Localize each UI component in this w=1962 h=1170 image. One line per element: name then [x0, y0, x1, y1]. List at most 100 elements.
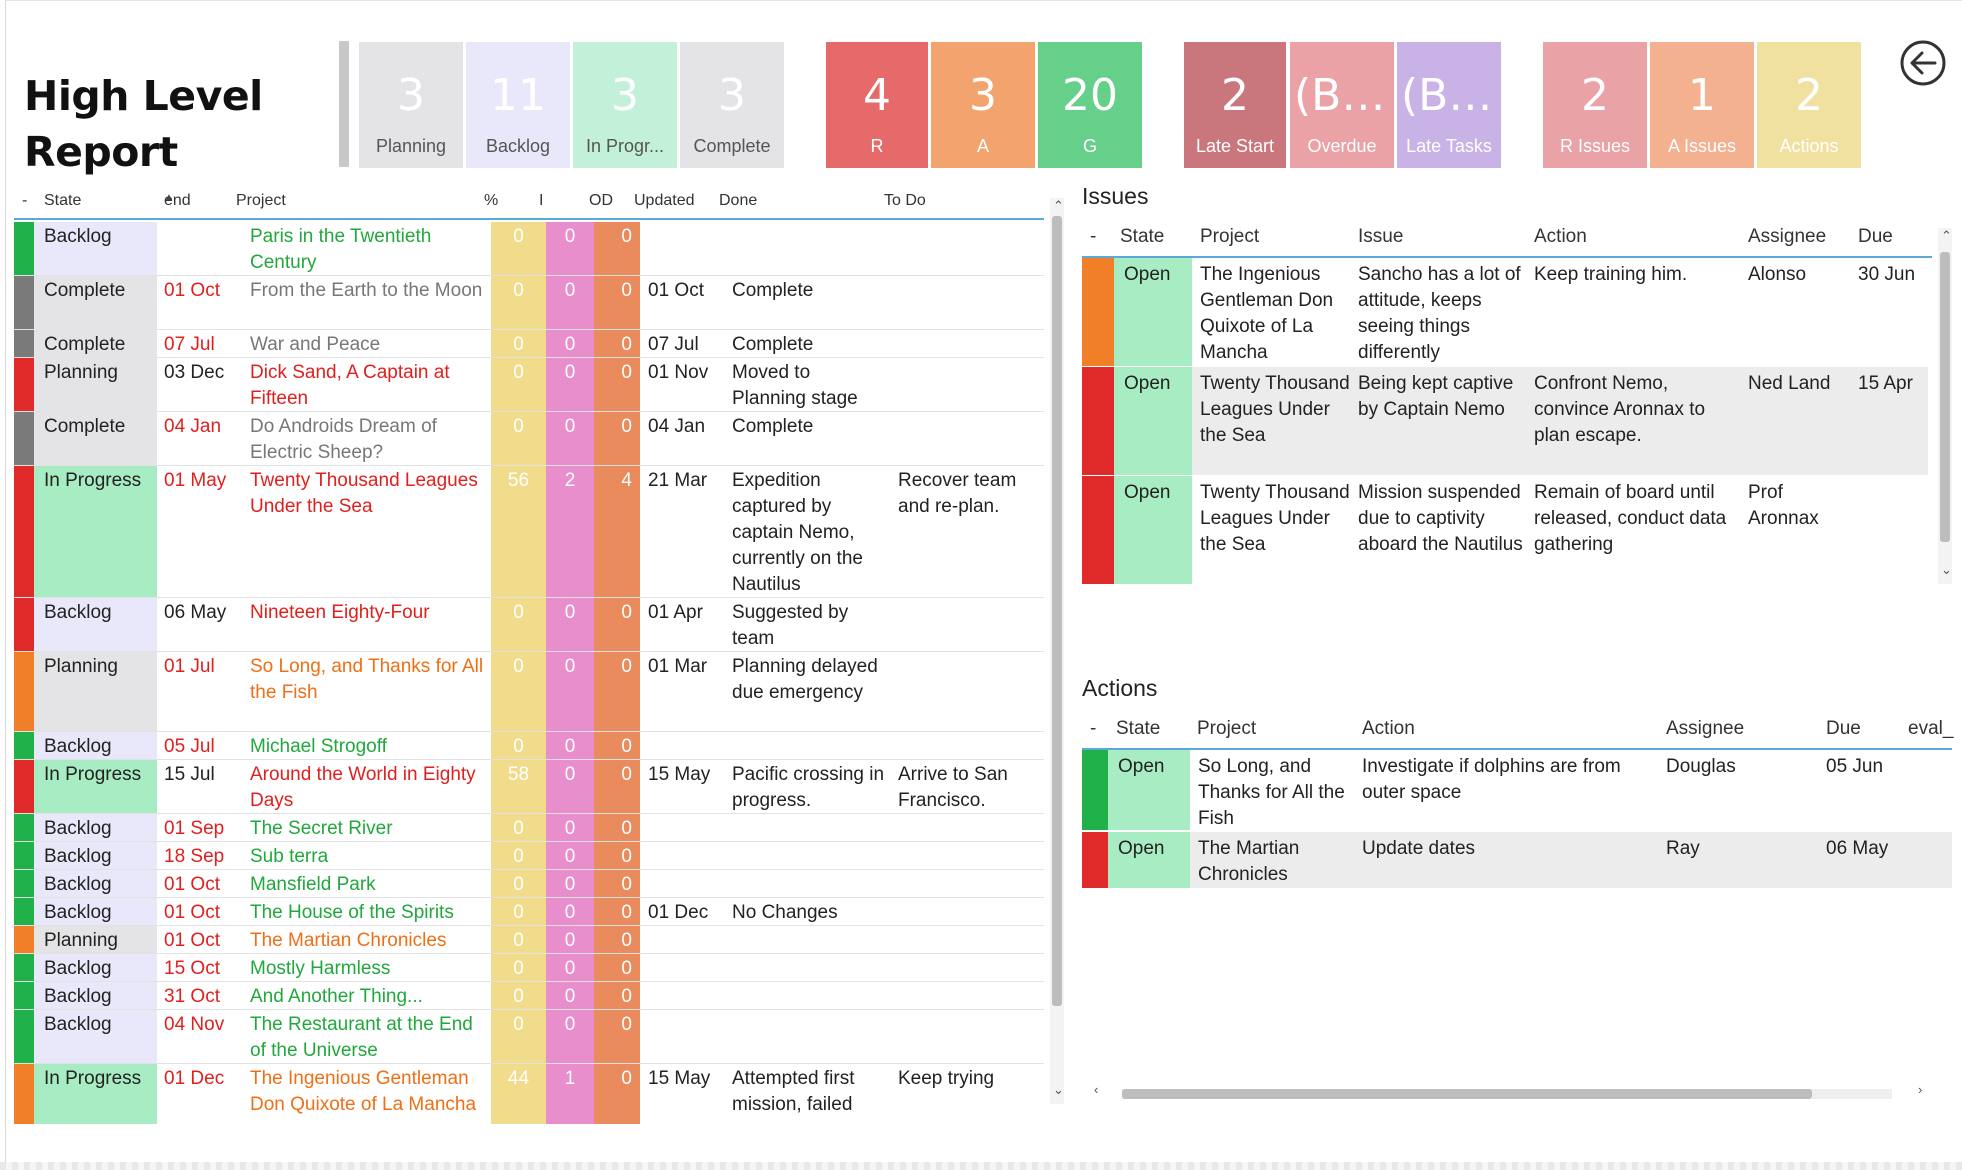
table-row[interactable]: Planning 01 Jul So Long, and Thanks for Al…: [14, 652, 1044, 732]
issues-collapse-toggle[interactable]: -: [1090, 226, 1096, 248]
project-name-cell[interactable]: From the Earth to the Moon: [243, 276, 491, 329]
kpi-tile-5[interactable]: 3A: [931, 42, 1035, 168]
actions-collapse-toggle[interactable]: -: [1090, 718, 1096, 740]
project-name-cell[interactable]: Sub terra: [243, 842, 491, 869]
kpi-tile-1[interactable]: 11 Backlog: [466, 42, 570, 168]
issues-col-due[interactable]: Due: [1858, 226, 1893, 248]
kpi-tile-4[interactable]: 4R: [826, 42, 928, 168]
project-name-cell[interactable]: The House of the Spirits: [243, 898, 491, 925]
col-header-overdue[interactable]: OD: [589, 192, 613, 210]
table-row[interactable]: Backlog 15 Oct Mostly Harmless 0 0 0: [14, 954, 1044, 982]
kpi-tile-6[interactable]: 20 G: [1038, 42, 1142, 168]
table-row[interactable]: Backlog Paris in the Twentieth Century 0 0 0: [14, 222, 1044, 276]
kpi-tile-9[interactable]: (Bl... Late Tasks: [1397, 42, 1501, 168]
done-notes-cell: [726, 842, 892, 869]
project-name-cell[interactable]: Paris in the Twentieth Century: [243, 222, 491, 275]
col-header-done[interactable]: Done: [719, 192, 757, 210]
table-row[interactable]: Planning 01 Oct The Martian Chronicles 0 0 0: [14, 926, 1044, 954]
scroll-right-icon[interactable]: ›: [1918, 1082, 1922, 1097]
actions-horizontal-scrollbar[interactable]: ‹ ›: [1082, 1082, 1938, 1102]
table-row[interactable]: Backlog 06 May Nineteen Eighty-Four 0 0 0 01 A…: [14, 598, 1044, 652]
table-row[interactable]: Complete 01 Oct From the Earth to the Moon…: [14, 276, 1044, 330]
updated-date-cell: 21 Mar: [648, 470, 708, 491]
table-row[interactable]: Complete 04 Jan Do Androids Dream of Elect…: [14, 412, 1044, 466]
table-row[interactable]: Backlog 01 Oct Mansfield Park 0 0 0: [14, 870, 1044, 898]
actions-col-project[interactable]: Project: [1197, 718, 1256, 740]
project-name-cell[interactable]: War and Peace: [243, 330, 491, 357]
kpi-tile-label: Backlog: [485, 136, 551, 156]
table-row[interactable]: In Progress 01 May Twenty Thousand Leagues…: [14, 466, 1044, 598]
table-row[interactable]: Backlog 01 Oct The House of the Spirits 0 0 0…: [14, 898, 1044, 926]
todo-notes-cell: [892, 652, 1044, 731]
col-header-updated[interactable]: Updated: [634, 192, 695, 210]
issue-row[interactable]: Open Twenty Thousand Leagues Under the Se…: [1082, 476, 1928, 584]
table-row[interactable]: Planning 03 Dec Dick Sand, A Captain at Fi…: [14, 358, 1044, 412]
project-name-cell[interactable]: Twenty Thousand Leagues Under the Sea: [243, 466, 491, 597]
table-row[interactable]: In Progress 15 Jul Around the World in Eig…: [14, 760, 1044, 814]
kpi-tile-3[interactable]: 3 Complete: [680, 42, 784, 168]
issues-col-action[interactable]: Action: [1534, 226, 1587, 248]
project-name-cell[interactable]: Mostly Harmless: [243, 954, 491, 981]
actions-col-assignee[interactable]: Assignee: [1666, 718, 1744, 740]
issues-scroll-thumb[interactable]: [1940, 252, 1950, 542]
project-name-cell[interactable]: The Ingenious Gentleman Don Quixote of L…: [243, 1064, 491, 1124]
table-row[interactable]: Backlog 05 Jul Michael Strogoff 0 0 0: [14, 732, 1044, 760]
actions-col-eval[interactable]: eval_: [1908, 718, 1953, 740]
todo-notes-cell: Arrive to San Francisco.: [898, 764, 1008, 811]
table-row[interactable]: In Progress 01 Dec The Ingenious Gentleman…: [14, 1064, 1044, 1124]
table-row[interactable]: Complete 07 Jul War and Peace 0 0 0 07 Jul Comp…: [14, 330, 1044, 358]
action-row[interactable]: Open The Martian Chronicles Update dates Ra…: [1082, 832, 1952, 888]
projects-scroll-thumb[interactable]: [1052, 216, 1062, 1006]
state-cell: Planning: [34, 926, 157, 953]
project-name-cell[interactable]: Dick Sand, A Captain at Fifteen: [243, 358, 491, 411]
issue-row[interactable]: Open The Ingenious Gentleman Don Quixote …: [1082, 258, 1928, 366]
project-name-cell[interactable]: And Another Thing...: [243, 982, 491, 1009]
col-header-state[interactable]: State: [44, 192, 81, 210]
collapse-toggle[interactable]: -: [22, 192, 27, 210]
project-name-cell[interactable]: Nineteen Eighty-Four: [243, 598, 491, 651]
kpi-tile-10[interactable]: 2 R Issues: [1543, 42, 1647, 168]
project-name-cell[interactable]: Around the World in Eighty Days: [243, 760, 491, 813]
rag-status-indicator: [1082, 476, 1114, 584]
actions-col-due[interactable]: Due: [1826, 718, 1861, 740]
project-name-cell[interactable]: The Martian Chronicles: [243, 926, 491, 953]
kpi-tile-7[interactable]: 2 Late Start: [1184, 42, 1286, 168]
hscroll-thumb[interactable]: [1122, 1089, 1812, 1099]
table-row[interactable]: Backlog 04 Nov The Restaurant at the End o…: [14, 1010, 1044, 1064]
project-name-cell[interactable]: The Restaurant at the End of the Univers…: [243, 1010, 491, 1063]
kpi-tile-2[interactable]: 3 In Progr...: [573, 42, 677, 168]
actions-col-action[interactable]: Action: [1362, 718, 1415, 740]
issues-col-project[interactable]: Project: [1200, 226, 1259, 248]
issues-col-issue[interactable]: Issue: [1358, 226, 1403, 248]
action-row[interactable]: Open So Long, and Thanks for All the Fish…: [1082, 750, 1952, 830]
col-header-project[interactable]: Project: [236, 192, 286, 210]
issues-scroll-down-icon[interactable]: ⌄: [1941, 562, 1952, 578]
project-name-cell[interactable]: Do Androids Dream of Electric Sheep?: [243, 412, 491, 465]
table-row[interactable]: Backlog 18 Sep Sub terra 0 0 0: [14, 842, 1044, 870]
projects-vertical-scrollbar[interactable]: [1050, 198, 1064, 1104]
table-row[interactable]: Backlog 01 Sep The Secret River 0 0 0: [14, 814, 1044, 842]
kpi-tile-0[interactable]: 3 Planning: [359, 42, 463, 168]
project-name-cell[interactable]: So Long, and Thanks for All the Fish: [243, 652, 491, 731]
scroll-up-icon[interactable]: ⌃: [1053, 198, 1064, 214]
scroll-down-icon[interactable]: ⌄: [1053, 1082, 1064, 1098]
kpi-tile-12[interactable]: 2 Actions: [1757, 42, 1861, 168]
issues-vertical-scrollbar[interactable]: [1938, 228, 1952, 584]
col-header-pct[interactable]: %: [484, 192, 498, 210]
issues-scroll-up-icon[interactable]: ⌃: [1941, 228, 1952, 244]
project-name-cell[interactable]: Michael Strogoff: [243, 732, 491, 759]
project-name-cell[interactable]: Mansfield Park: [243, 870, 491, 897]
project-name-cell[interactable]: The Secret River: [243, 814, 491, 841]
table-row[interactable]: Backlog 31 Oct And Another Thing... 0 0 0: [14, 982, 1044, 1010]
back-arrow-icon[interactable]: [1898, 38, 1948, 88]
col-header-issues[interactable]: I: [539, 192, 543, 210]
updated-date-cell: [640, 1010, 726, 1063]
issues-col-state[interactable]: State: [1120, 226, 1164, 248]
scroll-left-icon[interactable]: ‹: [1094, 1082, 1098, 1097]
actions-col-state[interactable]: State: [1116, 718, 1160, 740]
col-header-todo[interactable]: To Do: [884, 192, 926, 210]
issues-col-assignee[interactable]: Assignee: [1748, 226, 1826, 248]
issue-row[interactable]: Open Twenty Thousand Leagues Under the Se…: [1082, 367, 1928, 475]
kpi-tile-11[interactable]: 1 A Issues: [1650, 42, 1754, 168]
kpi-tile-8[interactable]: (Bl... Overdue: [1290, 42, 1394, 168]
